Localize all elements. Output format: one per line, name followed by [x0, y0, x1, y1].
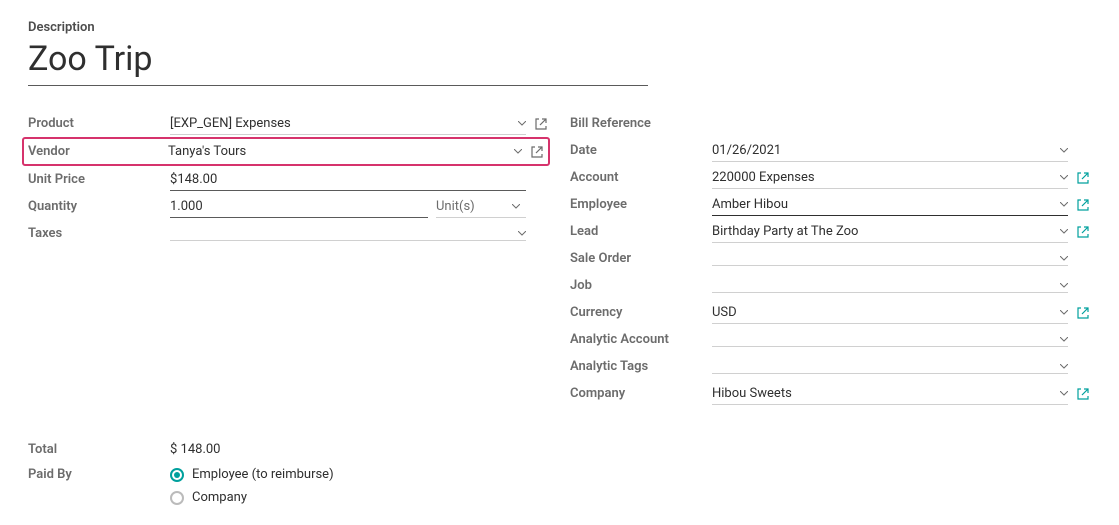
caret-down-icon[interactable] — [1060, 335, 1068, 343]
job-select[interactable] — [712, 278, 1068, 293]
sale-order-select[interactable] — [712, 251, 1068, 266]
quantity-input[interactable]: 1.000 — [170, 196, 428, 218]
currency-label: Currency — [570, 305, 712, 320]
unit-select[interactable]: Unit(s) — [436, 196, 526, 218]
employee-select[interactable]: Amber Hibou — [712, 194, 1068, 216]
description-label: Description — [28, 20, 1091, 35]
product-select[interactable]: [EXP_GEN] Expenses — [170, 113, 526, 135]
vendor-label: Vendor — [28, 144, 168, 159]
lead-label: Lead — [570, 224, 712, 239]
currency-select[interactable]: USD — [712, 302, 1068, 324]
employee-field-row: Employee Amber Hibou — [570, 191, 1090, 218]
caret-down-icon[interactable] — [1060, 254, 1068, 262]
account-label: Account — [570, 170, 712, 185]
external-link-icon[interactable] — [530, 145, 544, 159]
analytic-tags-select[interactable] — [712, 359, 1068, 374]
caret-down-icon[interactable] — [1060, 173, 1068, 181]
unit-price-field-row: Unit Price $ 148.00 — [28, 166, 548, 193]
caret-down-icon[interactable] — [518, 229, 526, 237]
bill-reference-label: Bill Reference — [570, 116, 712, 131]
analytic-account-label: Analytic Account — [570, 332, 712, 347]
account-select[interactable]: 220000 Expenses — [712, 167, 1068, 189]
paid-by-row: Paid By Employee (to reimburse) Company — [28, 467, 1091, 505]
date-value: 01/26/2021 — [712, 143, 1056, 158]
unit-price-value: 148.00 — [177, 172, 526, 187]
radio-icon — [170, 491, 184, 505]
caret-down-icon[interactable] — [1060, 227, 1068, 235]
caret-down-icon[interactable] — [1060, 389, 1068, 397]
product-value: [EXP_GEN] Expenses — [170, 116, 514, 131]
caret-down-icon[interactable] — [1060, 200, 1068, 208]
bill-reference-field-row: Bill Reference — [570, 110, 1090, 137]
currency-field-row: Currency USD — [570, 299, 1090, 326]
date-input[interactable]: 01/26/2021 — [712, 140, 1068, 162]
job-field-row: Job — [570, 272, 1090, 299]
unit-price-input[interactable]: $ 148.00 — [170, 169, 526, 191]
caret-down-icon[interactable] — [1060, 281, 1068, 289]
unit-value: Unit(s) — [436, 199, 512, 214]
unit-price-label: Unit Price — [28, 172, 170, 187]
radio-label: Employee (to reimburse) — [192, 467, 334, 482]
sale-order-label: Sale Order — [570, 251, 712, 266]
account-field-row: Account 220000 Expenses — [570, 164, 1090, 191]
currency-value: USD — [712, 305, 1056, 320]
company-label: Company — [570, 386, 712, 401]
caret-down-icon[interactable] — [1060, 146, 1068, 154]
taxes-field-row: Taxes — [28, 220, 548, 247]
paid-by-label: Paid By — [28, 467, 170, 482]
sale-order-field-row: Sale Order — [570, 245, 1090, 272]
external-link-icon[interactable] — [1076, 387, 1090, 401]
quantity-label: Quantity — [28, 199, 170, 214]
caret-down-icon[interactable] — [1060, 308, 1068, 316]
lead-value: Birthday Party at The Zoo — [712, 224, 1056, 239]
total-label: Total — [28, 442, 170, 457]
employee-label: Employee — [570, 197, 712, 212]
account-value: 220000 Expenses — [712, 170, 1056, 185]
total-value: $ 148.00 — [170, 442, 221, 457]
job-label: Job — [570, 278, 712, 293]
product-field-row: Product [EXP_GEN] Expenses — [28, 110, 548, 137]
radio-icon — [170, 468, 184, 482]
expense-title-input[interactable]: Zoo Trip — [28, 39, 648, 86]
external-link-icon[interactable] — [1076, 171, 1090, 185]
employee-value: Amber Hibou — [712, 197, 1056, 212]
vendor-select[interactable]: Tanya's Tours — [168, 141, 522, 162]
caret-down-icon[interactable] — [1060, 362, 1068, 370]
analytic-account-select[interactable] — [712, 332, 1068, 347]
analytic-tags-label: Analytic Tags — [570, 359, 712, 374]
currency-prefix: $ — [170, 172, 177, 187]
company-field-row: Company Hibou Sweets — [570, 380, 1090, 407]
taxes-select[interactable] — [170, 226, 526, 241]
vendor-value: Tanya's Tours — [168, 144, 510, 159]
date-label: Date — [570, 143, 712, 158]
external-link-icon[interactable] — [1076, 198, 1090, 212]
lead-field-row: Lead Birthday Party at The Zoo — [570, 218, 1090, 245]
external-link-icon[interactable] — [1076, 306, 1090, 320]
quantity-field-row: Quantity 1.000 Unit(s) — [28, 193, 548, 220]
caret-down-icon[interactable] — [518, 119, 526, 127]
caret-down-icon[interactable] — [512, 202, 520, 210]
vendor-field-row-highlighted: Vendor Tanya's Tours — [22, 137, 550, 166]
quantity-value: 1.000 — [170, 199, 203, 214]
external-link-icon[interactable] — [1076, 225, 1090, 239]
analytic-account-field-row: Analytic Account — [570, 326, 1090, 353]
company-value: Hibou Sweets — [712, 386, 1056, 401]
external-link-icon[interactable] — [534, 117, 548, 131]
company-select[interactable]: Hibou Sweets — [712, 383, 1068, 405]
product-label: Product — [28, 116, 170, 131]
caret-down-icon[interactable] — [514, 148, 522, 156]
analytic-tags-field-row: Analytic Tags — [570, 353, 1090, 380]
lead-select[interactable]: Birthday Party at The Zoo — [712, 221, 1068, 243]
total-row: Total $ 148.00 — [28, 437, 1091, 461]
date-field-row: Date 01/26/2021 — [570, 137, 1090, 164]
taxes-label: Taxes — [28, 226, 170, 241]
paid-by-option-employee[interactable]: Employee (to reimburse) — [170, 467, 334, 482]
